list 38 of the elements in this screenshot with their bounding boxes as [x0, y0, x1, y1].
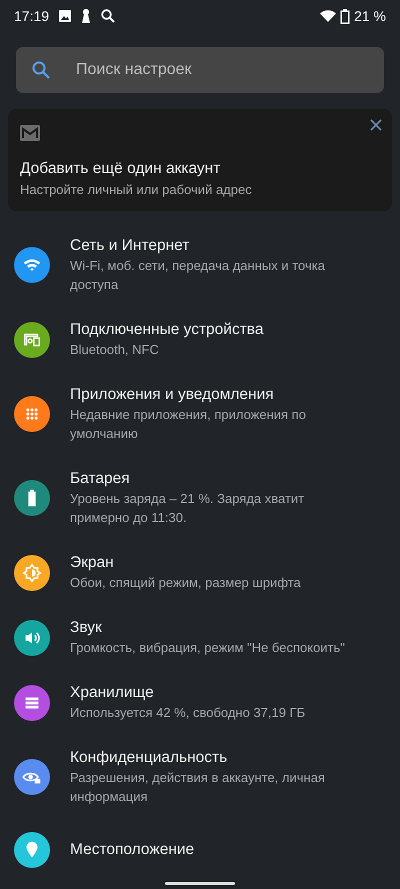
wifi-icon: [320, 10, 336, 22]
setting-title[interactable]: Приложения и уведомления: [70, 385, 360, 405]
battery-percent: 21 %: [354, 8, 386, 24]
setting-title[interactable]: Конфиденциальность: [70, 748, 360, 768]
mail-icon: [20, 125, 40, 141]
search-field[interactable]: Поиск настроек: [16, 47, 384, 93]
setting-title[interactable]: Местоположение: [70, 840, 360, 860]
clock: 17:19: [14, 8, 50, 24]
setting-summary: Обои, спящий режим, размер шрифта: [70, 574, 302, 592]
wifi-icon[interactable]: [14, 247, 50, 283]
storage-icon[interactable]: [14, 684, 50, 720]
setting-title[interactable]: Сеть и Интернет: [70, 236, 360, 256]
apps-icon[interactable]: [14, 396, 50, 432]
display-icon[interactable]: [14, 554, 50, 590]
card-subtitle: Настройте личный или рабочий адрес: [20, 182, 253, 197]
location-icon[interactable]: [14, 832, 50, 868]
battery-icon: [340, 8, 350, 24]
image-icon: [59, 10, 72, 22]
setting-title[interactable]: Экран: [70, 553, 360, 573]
search-icon: [101, 9, 116, 23]
battery-icon[interactable]: [14, 480, 50, 516]
close-icon[interactable]: [370, 119, 382, 131]
setting-summary: Wi-Fi, моб. сети, передача данных и точка доступа: [70, 257, 326, 294]
setting-title[interactable]: Подключенные устройства: [70, 320, 360, 340]
setting-summary: Громкость, вибрация, режим "Не беспокоить": [70, 639, 346, 657]
setting-summary: Недавние приложения, приложения по умолчанию: [70, 406, 307, 443]
privacy-icon[interactable]: [14, 759, 50, 795]
sound-icon[interactable]: [14, 620, 50, 656]
keyhole-icon: [81, 9, 92, 23]
card-title: Добавить ещё один аккаунт: [20, 160, 222, 178]
devices-icon[interactable]: [14, 322, 50, 358]
setting-title[interactable]: Батарея: [70, 469, 360, 489]
setting-title[interactable]: Хранилище: [70, 683, 360, 703]
setting-summary: Разрешения, действия в аккаунте, личная информация: [70, 769, 326, 806]
setting-summary: Уровень заряда – 21 %. Заряда хватит примерно до 11:30.: [70, 490, 306, 527]
setting-summary: Используется 42 %, свободно 37,19 ГБ: [70, 704, 306, 722]
setting-summary: Bluetooth, NFC: [70, 341, 160, 359]
setting-title[interactable]: Звук: [70, 618, 360, 638]
